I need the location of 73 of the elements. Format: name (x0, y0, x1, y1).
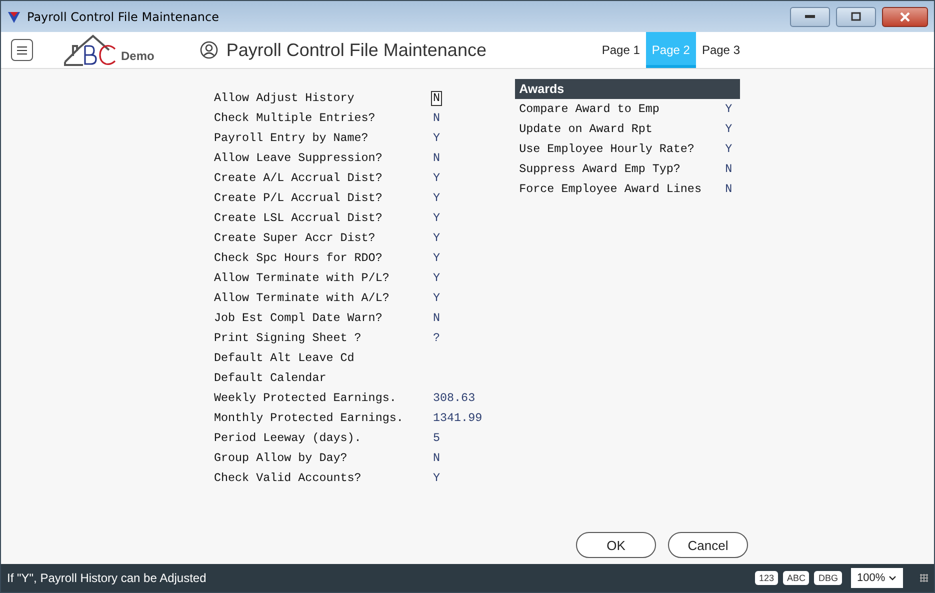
field-value[interactable]: N (723, 162, 734, 176)
field-value[interactable]: Y (723, 102, 734, 116)
field-label: Default Calendar (214, 371, 328, 385)
field-label: Create P/L Accrual Dist? (214, 191, 384, 205)
field-value[interactable]: 1341.99 (431, 410, 484, 426)
field-label: Create A/L Accrual Dist? (214, 171, 384, 185)
logo-text: Demo (121, 49, 154, 63)
field-value[interactable]: Y (431, 290, 442, 306)
field-label: Payroll Entry by Name? (214, 131, 370, 145)
field-value[interactable]: N (431, 450, 442, 466)
zoom-dropdown[interactable]: 100% (851, 568, 903, 588)
close-icon (899, 12, 911, 22)
chevron-down-icon (889, 576, 896, 580)
field-label: Default Alt Leave Cd (214, 351, 356, 365)
field-value[interactable]: 308.63 (431, 390, 478, 406)
field-label: Print Signing Sheet ? (214, 331, 362, 345)
mode-badge[interactable]: ABC (782, 571, 810, 585)
field-value[interactable]: N (431, 150, 442, 166)
close-button[interactable] (882, 6, 928, 26)
field-label: Allow Terminate with A/L? (214, 291, 390, 305)
menu-icon (17, 46, 27, 54)
field-label: Allow Adjust History (214, 91, 356, 105)
field-label: Job Est Compl Date Warn? (214, 311, 384, 325)
section-header: Awards (515, 79, 740, 99)
field-value[interactable]: Y (723, 122, 734, 136)
field-label: Check Multiple Entries? (214, 111, 376, 125)
field-value[interactable]: N (431, 310, 442, 326)
field-value[interactable]: 5 (431, 430, 442, 446)
field-value[interactable]: N (431, 110, 442, 126)
field-value[interactable]: Y (431, 170, 442, 186)
field-label: Monthly Protected Earnings. (214, 411, 404, 425)
field-label: Weekly Protected Earnings. (214, 391, 398, 405)
mode-badge[interactable]: 123 (754, 571, 778, 585)
field-label: Allow Leave Suppression? (214, 151, 384, 165)
field-label: Allow Terminate with P/L? (214, 271, 390, 285)
field-value[interactable]: Y (431, 210, 442, 226)
field-value[interactable]: Y (723, 142, 734, 156)
field-value[interactable]: N (723, 182, 734, 196)
field-label: Create LSL Accrual Dist? (214, 211, 384, 225)
field-value[interactable]: Y (431, 270, 442, 286)
page-title: Payroll Control File Maintenance (226, 40, 488, 60)
field-label: Group Allow by Day? (214, 451, 348, 465)
menu-button[interactable] (11, 39, 33, 61)
field-value[interactable]: N (431, 90, 442, 106)
field-label: Compare Award to Emp (519, 102, 660, 116)
maximize-button[interactable] (836, 6, 876, 26)
field-label: Suppress Award Emp Typ? (519, 162, 680, 176)
minimize-icon (805, 14, 815, 18)
dialog-button[interactable]: Cancel (668, 532, 748, 558)
dialog-button[interactable]: OK (576, 532, 656, 558)
page-tab[interactable]: Page 1 (596, 32, 646, 68)
field-value[interactable]: Y (431, 250, 442, 266)
mode-badge[interactable]: DBG (814, 571, 842, 585)
field-value[interactable]: Y (431, 130, 442, 146)
field-label: Use Employee Hourly Rate? (519, 142, 694, 156)
page-tab[interactable]: Page 3 (696, 32, 746, 68)
field-value[interactable]: Y (431, 190, 442, 206)
field-label: Period Leeway (days). (214, 431, 362, 445)
field-label: Update on Award Rpt (519, 122, 652, 136)
field-value[interactable]: Y (431, 470, 442, 486)
app-icon (7, 10, 21, 24)
window-title: Payroll Control File Maintenance (27, 10, 220, 24)
field-label: Force Employee Award Lines (519, 182, 702, 196)
maximize-icon (851, 12, 861, 21)
minimize-button[interactable] (790, 6, 830, 26)
grid-icon (920, 574, 928, 582)
status-message: If "Y", Payroll History can be Adjusted (7, 571, 208, 585)
user-icon[interactable] (200, 41, 218, 59)
field-label: Check Spc Hours for RDO? (214, 251, 384, 265)
field-value[interactable]: Y (431, 230, 442, 246)
field-label: Create Super Accr Dist? (214, 231, 376, 245)
field-value[interactable]: ? (431, 330, 442, 346)
field-label: Check Valid Accounts? (214, 471, 362, 485)
